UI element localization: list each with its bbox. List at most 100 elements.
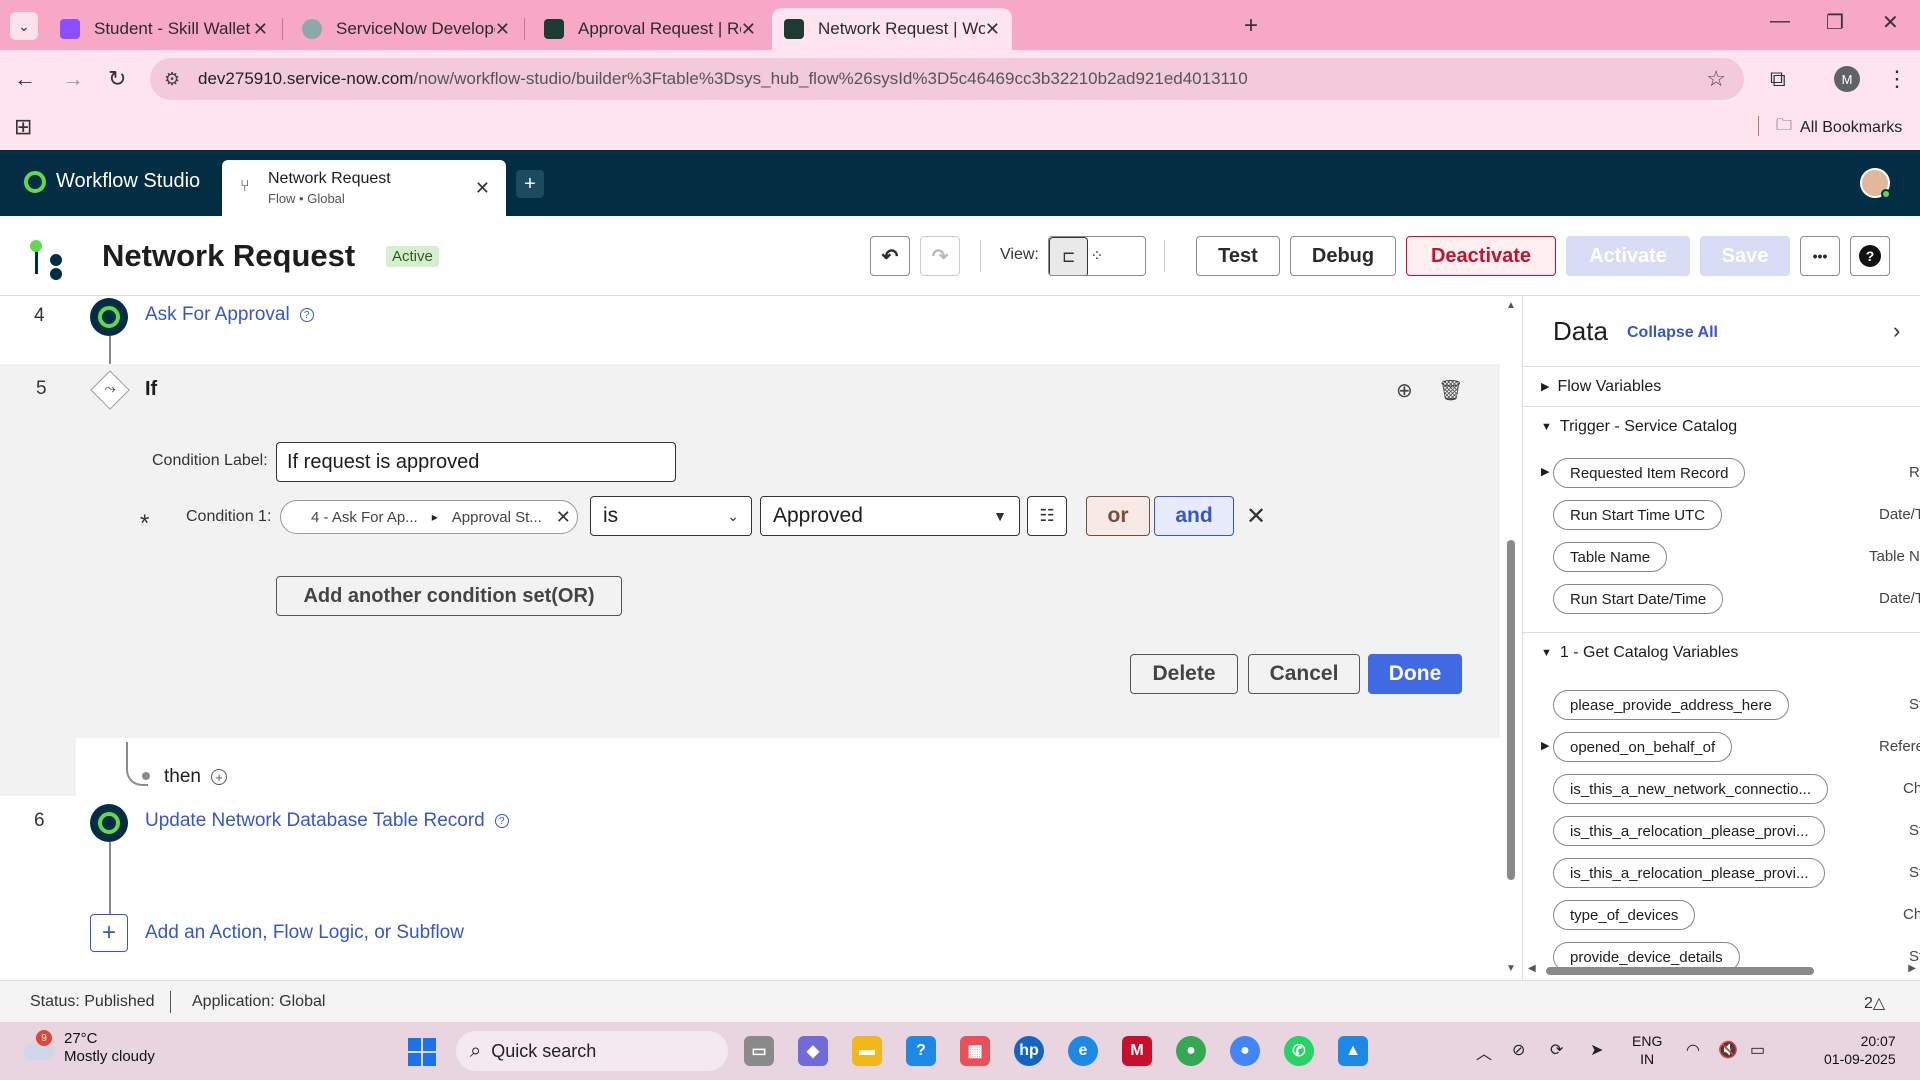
battery-icon[interactable]: ▭ xyxy=(1750,1040,1765,1060)
copilot-icon[interactable]: ◆ xyxy=(798,1036,828,1066)
send-icon[interactable]: ➤ xyxy=(1590,1040,1603,1060)
section-trigger-service-catalog[interactable]: ▼ Trigger - Service Catalog xyxy=(1523,406,1920,446)
input-language[interactable]: ENG IN xyxy=(1632,1032,1662,1068)
task-view-icon[interactable]: ▭ xyxy=(744,1036,774,1066)
microsoft-store-icon[interactable]: ▦ xyxy=(960,1036,990,1066)
wifi-icon[interactable]: ◠ xyxy=(1686,1040,1700,1060)
scrollbar-thumb[interactable] xyxy=(1507,540,1515,880)
data-pill[interactable]: Run Start Time UTC xyxy=(1553,500,1723,530)
taskbar-search[interactable]: ⌕ Quick search xyxy=(456,1031,728,1071)
chrome-profile-icon[interactable]: ● xyxy=(1230,1036,1260,1066)
help-get-started-icon[interactable]: ? xyxy=(906,1036,936,1066)
cancel-button[interactable]: Cancel xyxy=(1248,654,1360,694)
clock[interactable]: 20:07 01-09-2025 xyxy=(1824,1032,1896,1068)
edge-browser-icon[interactable]: e xyxy=(1068,1036,1098,1066)
canvas-vertical-scrollbar[interactable]: ▲ ▼ xyxy=(1504,296,1518,976)
weather-widget[interactable]: 9 27°C Mostly cloudy xyxy=(22,1030,155,1066)
address-bar[interactable]: ⚙ dev275910.service-now.com/now/workflow… xyxy=(150,58,1744,100)
data-pill-row[interactable]: Run Start Date/Time Date/T xyxy=(1523,582,1920,616)
data-panel-horizontal-scrollbar[interactable]: ◀ ▶ xyxy=(1528,963,1920,978)
chevron-right-icon[interactable]: › xyxy=(1893,318,1900,344)
delete-button[interactable]: Delete xyxy=(1130,654,1238,694)
tab-search-dropdown[interactable]: ⌄ xyxy=(10,12,38,40)
or-button[interactable]: or xyxy=(1086,496,1150,536)
notification-count[interactable]: 2△ xyxy=(1864,993,1885,1013)
step-update-network-database[interactable]: Update Network Database Table Record ? xyxy=(145,810,509,832)
data-pill-row[interactable]: is_this_a_new_network_connectio... Ch xyxy=(1523,772,1920,806)
add-step-plus-icon[interactable]: + xyxy=(210,769,227,785)
info-icon[interactable]: ? xyxy=(299,308,314,322)
data-pill-row[interactable]: Run Start Time UTC Date/T xyxy=(1523,498,1920,532)
test-button[interactable]: Test xyxy=(1196,236,1280,276)
help-button[interactable]: ? xyxy=(1850,236,1890,276)
data-pill-row[interactable]: ▶ opened_on_behalf_of Refere xyxy=(1523,730,1920,764)
caret-right-icon[interactable]: ▶ xyxy=(1541,465,1549,478)
browser-tab-approval-request[interactable]: Approval Request | Relationship ✕ xyxy=(532,8,768,50)
deactivate-button[interactable]: Deactivate xyxy=(1406,236,1556,276)
data-pill[interactable]: opened_on_behalf_of xyxy=(1553,732,1733,762)
data-pill-row[interactable]: is_this_a_relocation_please_provi... St xyxy=(1523,814,1920,848)
section-get-catalog-variables[interactable]: ▼ 1 - Get Catalog Variables xyxy=(1523,632,1920,672)
activate-button[interactable]: Activate xyxy=(1566,236,1690,276)
tree-view-icon[interactable]: ⊏ xyxy=(1049,237,1089,275)
condition-data-pill[interactable]: 4 - Ask For Ap... ▸ Approval St... ✕ xyxy=(280,500,578,534)
close-studio-tab-icon[interactable]: ✕ xyxy=(475,178,490,199)
chrome-icon[interactable]: ● xyxy=(1176,1036,1206,1066)
reload-icon[interactable]: ↻ xyxy=(108,66,126,92)
scrollbar-thumb[interactable] xyxy=(1546,967,1814,975)
browser-tab-servicenow-developers[interactable]: ServiceNow Developers ✕ xyxy=(290,8,522,50)
windows-start-icon[interactable] xyxy=(408,1038,436,1066)
new-studio-tab-button[interactable]: + xyxy=(516,170,544,198)
step-ask-for-approval[interactable]: Ask For Approval ? xyxy=(145,304,314,326)
operator-select[interactable]: is ⌄ xyxy=(590,496,752,536)
data-pill[interactable]: type_of_devices xyxy=(1553,900,1696,930)
sync-icon[interactable]: ⟳ xyxy=(1550,1040,1563,1060)
profile-avatar[interactable]: M xyxy=(1834,66,1860,92)
user-avatar[interactable] xyxy=(1860,168,1891,199)
forward-arrow-icon[interactable]: → xyxy=(62,66,84,92)
close-window-icon[interactable]: ✕ xyxy=(1882,10,1899,35)
delete-trash-icon[interactable]: 🗑 xyxy=(1438,378,1463,403)
clear-pill-icon[interactable]: ✕ xyxy=(556,507,571,528)
new-tab-button[interactable]: + xyxy=(1244,12,1258,40)
data-pill[interactable]: is_this_a_new_network_connectio... xyxy=(1553,774,1828,804)
redo-button[interactable]: ↷ xyxy=(920,236,960,276)
site-settings-icon[interactable]: ⚙ xyxy=(164,69,190,90)
data-pill-row[interactable]: type_of_devices Ch xyxy=(1523,898,1920,932)
debug-button[interactable]: Debug xyxy=(1290,236,1396,276)
volume-muted-icon[interactable]: 🔇 xyxy=(1718,1040,1738,1060)
data-pill-row[interactable]: is_this_a_relocation_please_provi... St xyxy=(1523,856,1920,890)
undo-button[interactable]: ↶ xyxy=(870,236,910,276)
condition-label-input[interactable]: If request is approved xyxy=(276,442,676,482)
data-pill[interactable]: Run Start Date/Time xyxy=(1553,584,1724,614)
data-pill-row[interactable]: please_provide_address_here St xyxy=(1523,688,1920,722)
scroll-left-icon[interactable]: ◀ xyxy=(1528,963,1536,974)
data-pill-picker-icon[interactable]: ☷ xyxy=(1027,496,1067,536)
close-tab-icon[interactable]: ✕ xyxy=(253,19,268,40)
show-hidden-icons-icon[interactable]: ︿ xyxy=(1476,1040,1492,1064)
add-comment-icon[interactable]: ⊕ xyxy=(1396,378,1413,403)
all-bookmarks-button[interactable]: 🗀 All Bookmarks xyxy=(1776,114,1902,141)
info-icon[interactable]: ? xyxy=(494,814,509,828)
done-button[interactable]: Done xyxy=(1368,654,1462,694)
mcafee-icon[interactable]: M xyxy=(1122,1036,1152,1066)
close-tab-icon[interactable]: ✕ xyxy=(495,19,510,40)
whatsapp-icon[interactable]: ✆ xyxy=(1284,1036,1314,1066)
remove-condition-icon[interactable]: ✕ xyxy=(1246,502,1266,531)
network-icon[interactable]: ⊘ xyxy=(1512,1040,1525,1060)
close-tab-icon[interactable]: ✕ xyxy=(985,19,1000,40)
file-explorer-icon[interactable]: ▬ xyxy=(852,1036,882,1066)
add-action-link[interactable]: Add an Action, Flow Logic, or Subflow xyxy=(145,922,464,944)
photos-icon[interactable]: ▲ xyxy=(1338,1036,1368,1066)
close-tab-icon[interactable]: ✕ xyxy=(741,19,756,40)
apps-grid-icon[interactable]: ⊞ xyxy=(14,114,32,140)
restore-window-icon[interactable]: ❐ xyxy=(1826,10,1844,35)
back-arrow-icon[interactable]: ← xyxy=(14,66,36,92)
data-pill-row[interactable]: ▶ Requested Item Record Re xyxy=(1523,456,1920,490)
browser-tab-skill-wallet[interactable]: Student - Skill Wallet ✕ xyxy=(48,8,280,50)
scroll-right-icon[interactable]: ▶ xyxy=(1908,963,1916,974)
workflow-studio-logo[interactable]: Workflow Studio xyxy=(24,170,200,193)
add-action-plus-icon[interactable]: + xyxy=(90,914,128,952)
condition-value-select[interactable]: Approved ▼ xyxy=(760,496,1020,536)
minimize-window-icon[interactable]: — xyxy=(1770,10,1790,33)
